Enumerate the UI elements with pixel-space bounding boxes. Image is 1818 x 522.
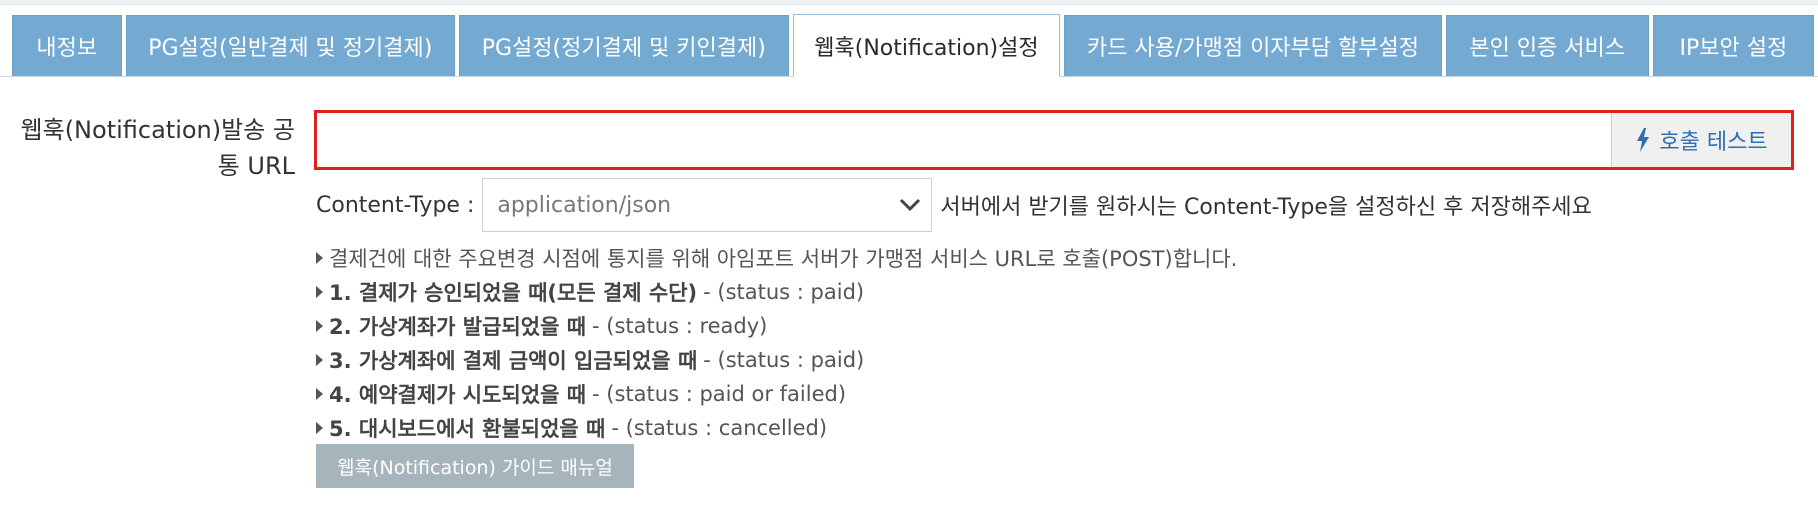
note-item-status: - (status : paid or failed) [592, 382, 847, 406]
tab-pg-settings-keyin[interactable]: PG설정(정기결제 및 키인결제) [459, 15, 789, 76]
content-type-select[interactable]: application/json [482, 178, 933, 232]
tab-ip-security[interactable]: IP보안 설정 [1652, 15, 1815, 76]
caret-right-icon [316, 286, 323, 298]
webhook-url-input[interactable] [317, 113, 1611, 167]
webhook-notes: 결제건에 대한 주요변경 시점에 통지를 위해 아임포트 서버가 가맹점 서비스… [316, 241, 1237, 445]
note-intro: 결제건에 대한 주요변경 시점에 통지를 위해 아임포트 서버가 가맹점 서비스… [316, 241, 1237, 275]
note-item-title: 2. 가상계좌가 발급되었을 때 [329, 315, 587, 339]
webhook-guide-manual-button[interactable]: 웹훅(Notification) 가이드 매뉴얼 [316, 444, 634, 488]
tab-bar: 내정보 PG설정(일반결제 및 정기결제) PG설정(정기결제 및 키인결제) … [0, 5, 1818, 77]
note-item-title: 5. 대시보드에서 환불되었을 때 [329, 417, 606, 441]
caret-right-icon [316, 354, 323, 366]
caret-right-icon [316, 422, 323, 434]
content-type-label: Content-Type : [316, 192, 475, 218]
tab-my-info[interactable]: 내정보 [12, 15, 122, 76]
content-type-row: Content-Type : application/json 서버에서 받기를… [316, 178, 1592, 232]
note-item: 3. 가상계좌에 결제 금액이 입금되었을 때 - (status : paid… [316, 343, 1237, 377]
tab-card-installment[interactable]: 카드 사용/가맹점 이자부담 할부설정 [1064, 15, 1442, 76]
tab-identity-verification[interactable]: 본인 인증 서비스 [1445, 15, 1649, 76]
note-item-title: 3. 가상계좌에 결제 금액이 입금되었을 때 [329, 349, 698, 373]
note-item: 1. 결제가 승인되었을 때(모든 결제 수단) - (status : pai… [316, 275, 1237, 309]
webhook-settings-panel: 웹훅(Notification)발송 공통 URL 호출 테스트 Content… [0, 78, 1818, 522]
note-item-status: - (status : paid) [703, 280, 865, 304]
note-intro-text: 결제건에 대한 주요변경 시점에 통지를 위해 아임포트 서버가 가맹점 서비스… [329, 247, 1238, 271]
note-item: 4. 예약결제가 시도되었을 때 - (status : paid or fai… [316, 377, 1237, 411]
note-item: 5. 대시보드에서 환불되었을 때 - (status : cancelled) [316, 411, 1237, 445]
content-type-selected-value: application/json [497, 192, 672, 218]
tab-webhook-settings[interactable]: 웹훅(Notification)설정 [792, 14, 1061, 77]
note-item-status: - (status : paid) [703, 348, 865, 372]
caret-right-icon [316, 252, 323, 264]
note-item-status: - (status : cancelled) [611, 416, 828, 440]
caret-right-icon [316, 320, 323, 332]
note-item-status: - (status : ready) [592, 314, 768, 338]
webhook-url-label: 웹훅(Notification)발송 공통 URL [20, 116, 295, 180]
webhook-url-group: 호출 테스트 [314, 110, 1794, 170]
chevron-down-icon [899, 198, 921, 212]
content-type-hint: 서버에서 받기를 원하시는 Content-Type을 설정하신 후 저장해주세… [940, 195, 1592, 220]
note-item: 2. 가상계좌가 발급되었을 때 - (status : ready) [316, 309, 1237, 343]
call-test-button[interactable]: 호출 테스트 [1611, 113, 1791, 167]
caret-right-icon [316, 388, 323, 400]
call-test-button-label: 호출 테스트 [1659, 130, 1768, 155]
bolt-icon [1635, 128, 1653, 152]
note-item-title: 4. 예약결제가 시도되었을 때 [329, 383, 587, 407]
note-item-title: 1. 결제가 승인되었을 때(모든 결제 수단) [329, 281, 698, 305]
tab-pg-settings-general[interactable]: PG설정(일반결제 및 정기결제) [125, 15, 456, 76]
